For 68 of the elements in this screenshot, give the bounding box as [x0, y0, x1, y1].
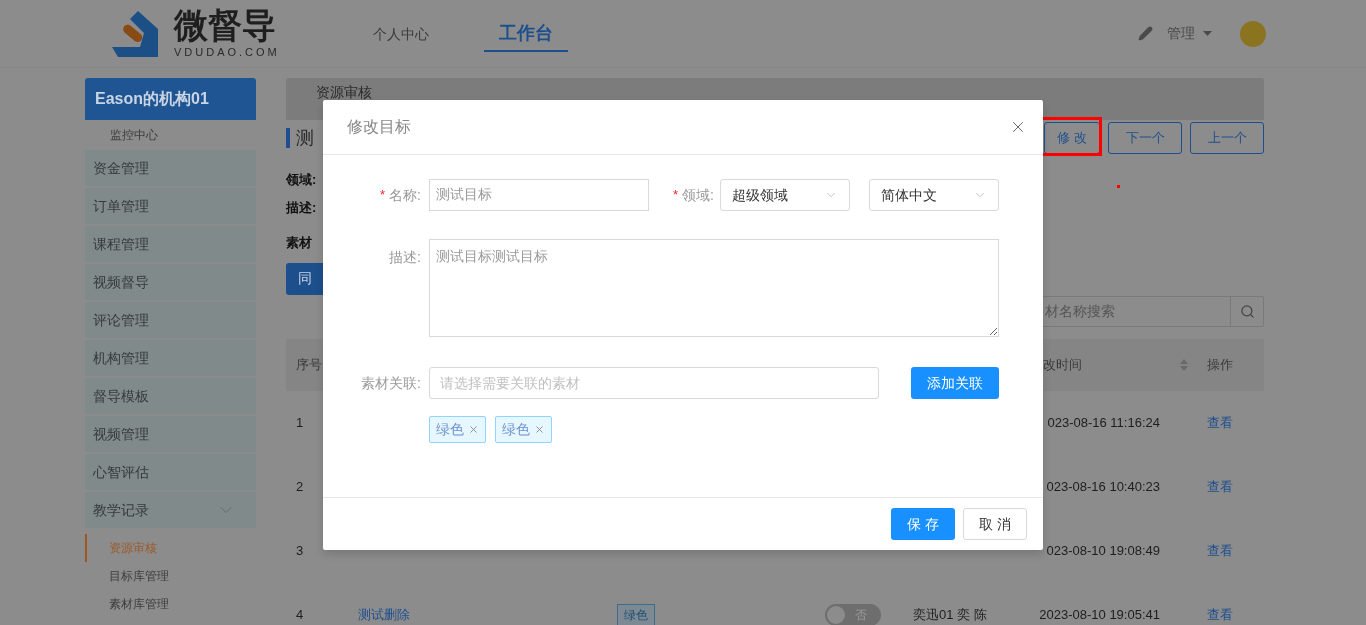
field-label: 描述:: [389, 248, 421, 267]
material-field[interactable]: 请选择需要关联的素材: [429, 367, 879, 399]
sidebar-subitem[interactable]: 素材库管理: [85, 590, 256, 618]
sidebar-item[interactable]: 机构管理: [85, 340, 256, 376]
remove-icon[interactable]: [534, 424, 545, 435]
sidebar-item[interactable]: 订单管理: [85, 188, 256, 224]
nav-button[interactable]: 下一个: [1108, 122, 1182, 154]
tag[interactable]: 绿色: [495, 416, 552, 443]
table-cell-text: 1: [295, 413, 305, 432]
sidebar-item[interactable]: 视频督导: [85, 264, 256, 300]
view-link[interactable]: 查看: [1207, 476, 1233, 497]
view-link[interactable]: 查看: [1207, 412, 1233, 433]
table-cell-text: 023-08-10 19:08:49: [1045, 541, 1160, 560]
field-label: 名称:: [389, 185, 421, 205]
tab[interactable]: 资源审核: [316, 84, 372, 100]
page-title: 测: [296, 126, 314, 150]
edit-icon[interactable]: [1138, 26, 1153, 41]
user-menu[interactable]: 管理: [1167, 23, 1212, 44]
caret-icon: [1203, 31, 1212, 36]
sort-icon[interactable]: [1180, 358, 1188, 371]
sidebar-item[interactable]: 教学记录: [85, 492, 256, 528]
nav-tab[interactable]: 个人中心: [357, 0, 444, 52]
nav-tab[interactable]: 工作台: [483, 0, 568, 52]
description-field[interactable]: 测试目标测试目标: [429, 239, 999, 337]
view-link[interactable]: 查看: [1207, 604, 1233, 625]
sidebar-link[interactable]: 监控中心: [85, 120, 256, 150]
table-cell-text: 2023-08-10 19:05:41: [1038, 605, 1160, 624]
field-label: 描述:: [286, 198, 317, 217]
sidebar-item[interactable]: 心智评估: [85, 454, 256, 490]
sidebar-subitem[interactable]: 目标库管理: [85, 562, 256, 590]
save-button[interactable]: 保 存: [891, 508, 955, 540]
add-link-button[interactable]: 添加关联: [911, 367, 999, 399]
approve-button[interactable]: 同: [286, 262, 323, 295]
table-cell-text: 023-08-16 11:16:24: [1046, 413, 1160, 432]
sidebar-item[interactable]: 督导模板: [85, 378, 256, 414]
sidebar-item[interactable]: 视频管理: [85, 416, 256, 452]
name-link[interactable]: 测试删除: [358, 604, 410, 625]
field-label: 领域:: [286, 171, 317, 189]
tag: 绿色: [617, 603, 655, 625]
field-label: 领域:: [682, 185, 714, 205]
logo-name: 微督导: [174, 6, 277, 45]
column-header: 操作: [1207, 355, 1233, 374]
cancel-button[interactable]: 取 消: [963, 508, 1027, 540]
view-link[interactable]: 查看: [1207, 540, 1233, 561]
column-header: 序号: [296, 355, 322, 374]
table-cell-text: 2: [295, 477, 305, 496]
sidebar-item[interactable]: 资金管理: [85, 150, 256, 186]
remove-icon[interactable]: [468, 424, 479, 435]
language-select[interactable]: 简体中文: [869, 179, 999, 211]
table-cell-text: 奕迅01 奕 陈: [912, 605, 988, 624]
logo-domain: VDUDAO.COM: [174, 45, 280, 61]
nav-button[interactable]: 修 改: [1044, 122, 1100, 154]
table-cell-text: 023-08-16 10:40:23: [1045, 477, 1160, 496]
name-field[interactable]: 测试目标: [429, 179, 649, 211]
table-cell-text: 3: [295, 541, 305, 560]
sidebar-item[interactable]: 课程管理: [85, 226, 256, 262]
column-header: 改时间: [1042, 355, 1083, 374]
table-cell-text: 4: [295, 605, 305, 624]
required-mark: *: [380, 186, 386, 205]
tag[interactable]: 绿色: [429, 416, 486, 443]
required-mark: *: [673, 186, 679, 205]
field-label: 素材: [286, 234, 312, 252]
sidebar-item[interactable]: 评论管理: [85, 302, 256, 338]
domain-select[interactable]: 超级领域: [720, 179, 850, 211]
field-label: 素材关联:: [361, 373, 421, 393]
org-card[interactable]: Eason的机构01: [85, 78, 256, 120]
nav-button[interactable]: 上一个: [1190, 122, 1264, 154]
dialog-title: 修改目标: [347, 117, 411, 137]
